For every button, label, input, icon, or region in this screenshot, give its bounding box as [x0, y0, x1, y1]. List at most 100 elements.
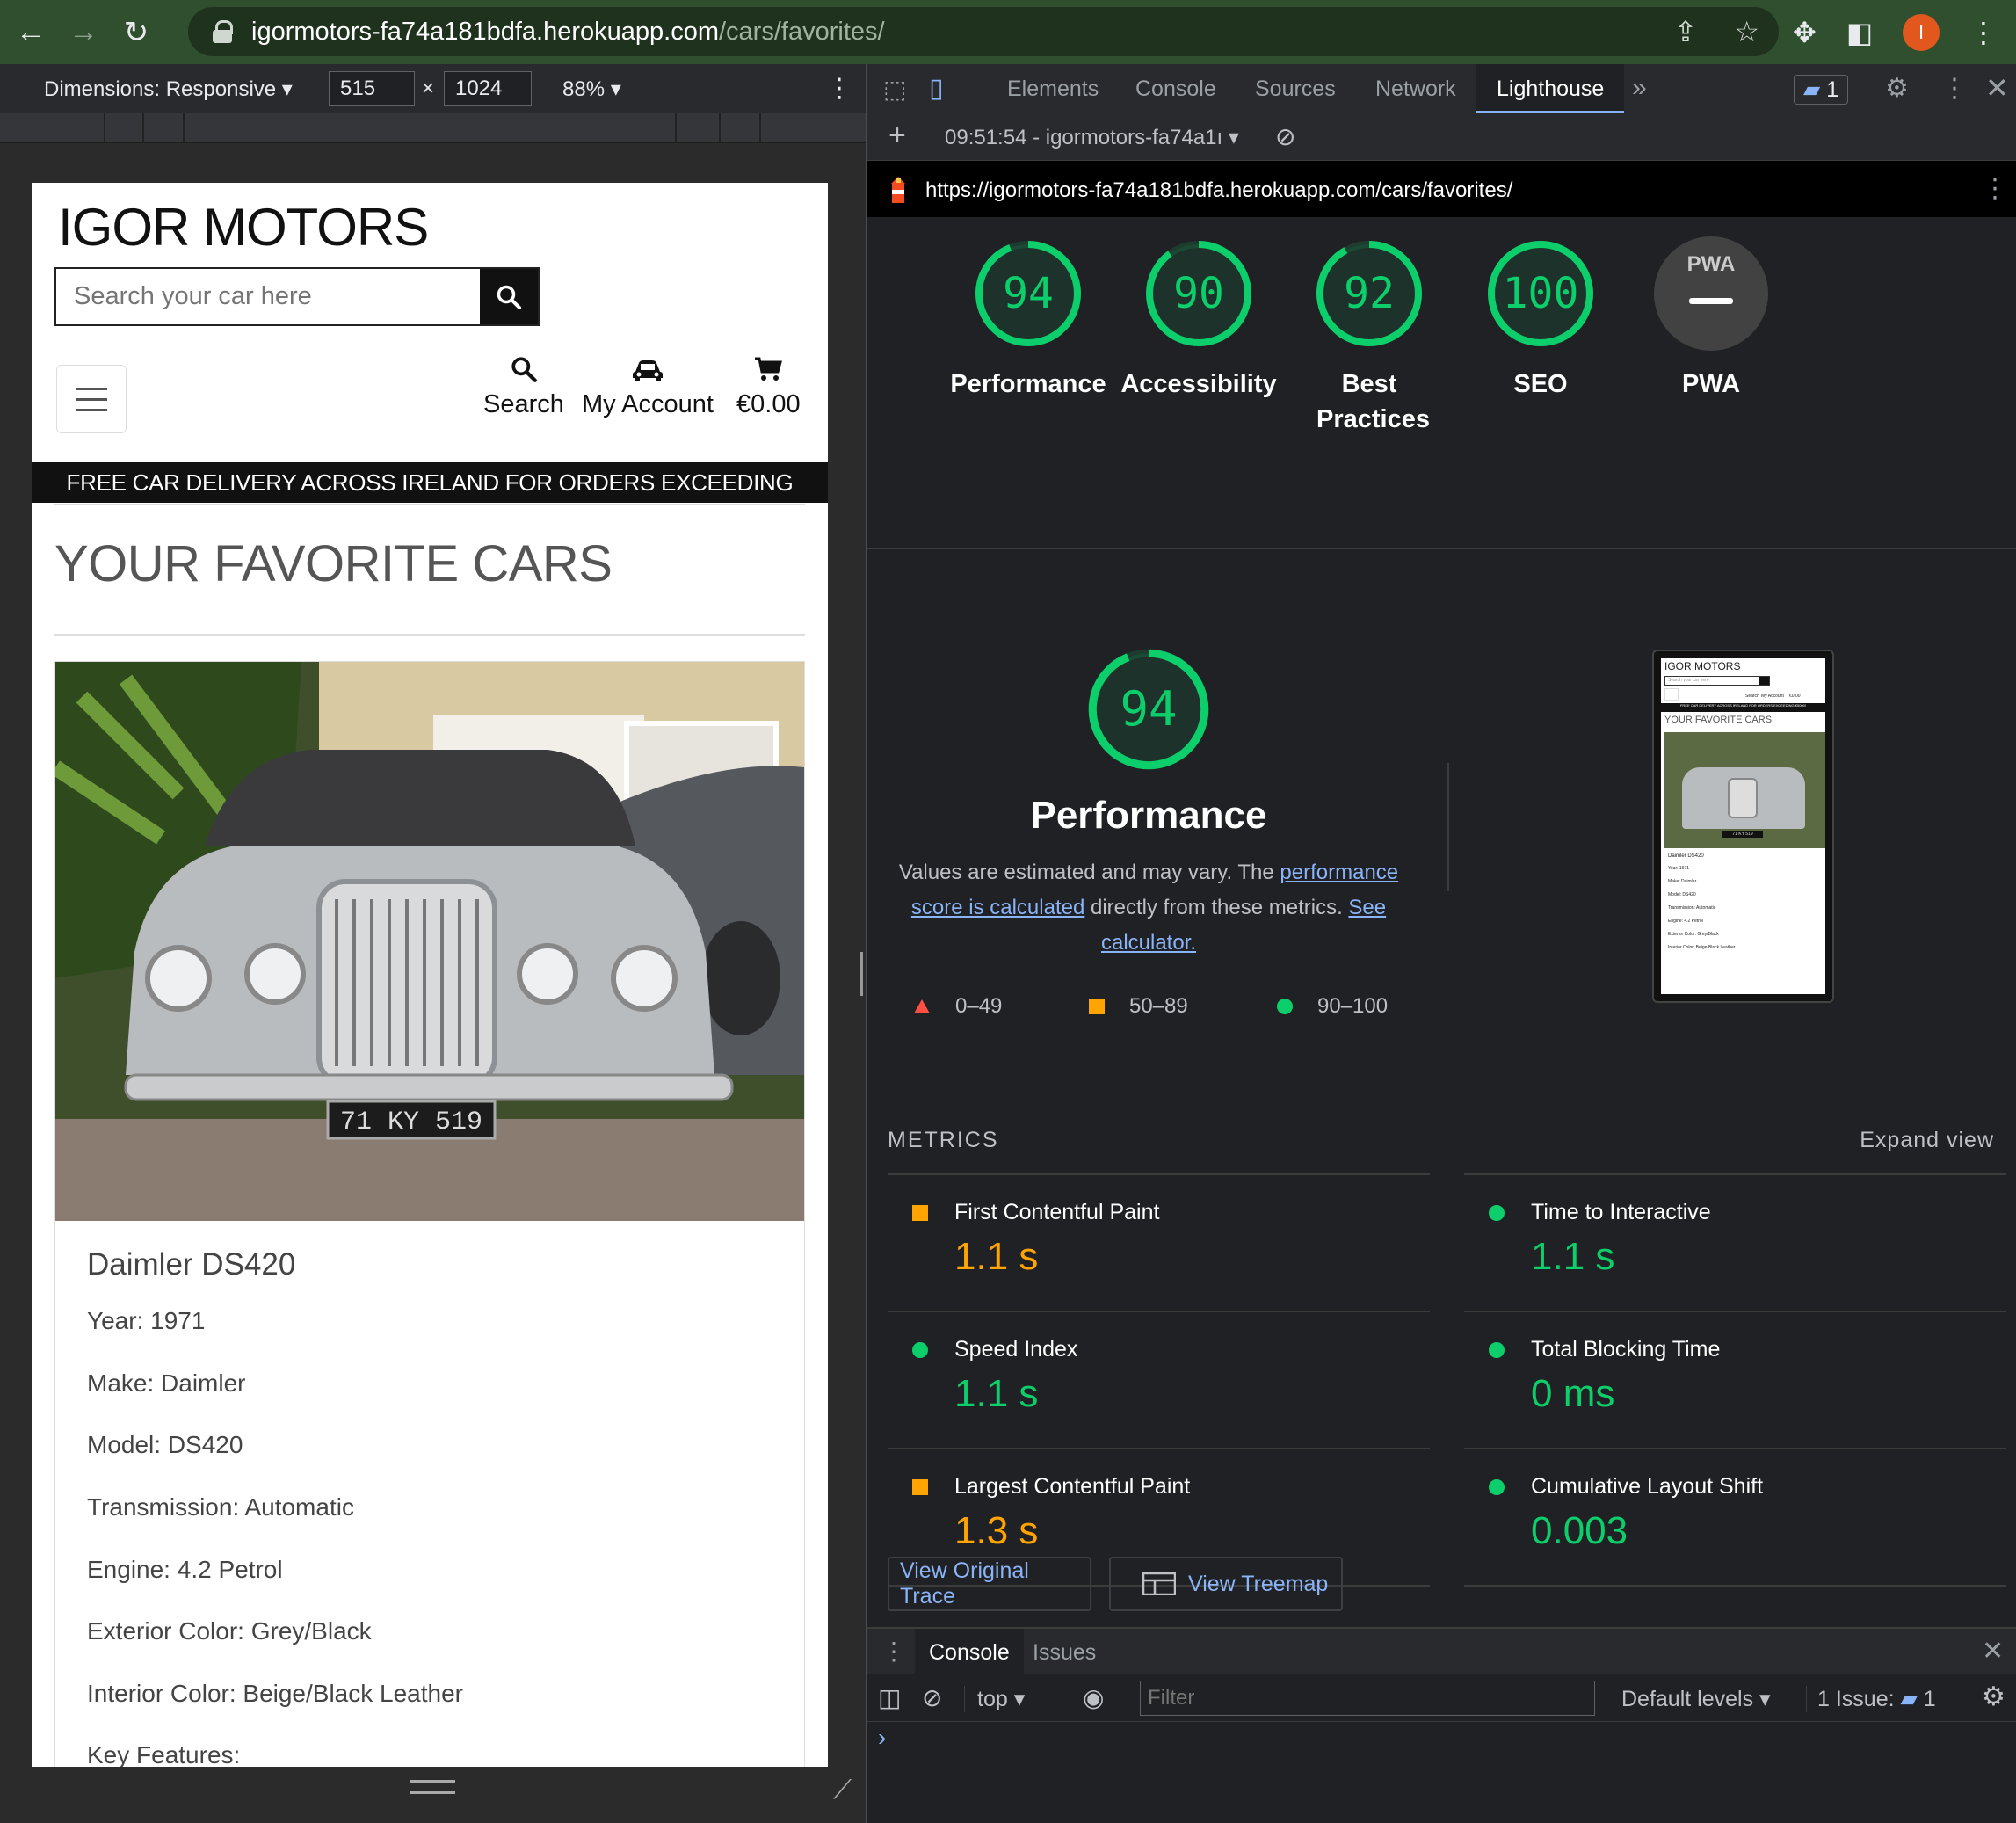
bookmark-star-icon[interactable]: ☆	[1734, 15, 1759, 48]
view-treemap-button[interactable]: View Treemap	[1109, 1557, 1343, 1611]
log-levels-dropdown[interactable]: Default levels ▾	[1621, 1686, 1771, 1712]
settings-gear-icon[interactable]: ⚙	[1885, 73, 1909, 104]
metric-speed-index: Speed Index 1.1 s	[888, 1311, 1430, 1448]
console-settings-gear-icon[interactable]: ⚙	[1982, 1681, 2005, 1712]
legend-fail: 0–49	[913, 994, 1002, 1019]
delivery-banner: FREE CAR DELIVERY ACROSS IRELAND FOR ORD…	[32, 462, 828, 536]
expand-view-toggle[interactable]: Expand view	[1860, 1128, 1994, 1153]
nav-cart-link[interactable]: €0.00	[736, 355, 801, 419]
search-icon	[511, 357, 537, 382]
issues-counter-button[interactable]: ▰ 1	[1794, 75, 1849, 105]
metric-value: 1.1 s	[1531, 1235, 1615, 1278]
thumb-plate: 71 KY 519	[1722, 831, 1763, 838]
extensions-puzzle-icon[interactable]: ✥	[1793, 16, 1817, 49]
metric-name: Largest Contentful Paint	[954, 1474, 1191, 1499]
corner-resize-icon[interactable]: ⟋	[833, 1776, 852, 1805]
clear-console-icon[interactable]: ⊘	[922, 1683, 942, 1712]
console-issues-button[interactable]: 1 Issue: ▰ 1	[1806, 1686, 1936, 1712]
thumb-line: Model: DS420	[1668, 892, 1696, 897]
sidebar-toggle-icon[interactable]: ◫	[878, 1683, 901, 1712]
devtools-panel: ⬚ ▯ Elements Console Sources Network Lig…	[867, 64, 2016, 1823]
thumb-banner: FREE CAR DELIVERY ACROSS IRELAND FOR ORD…	[1661, 703, 1825, 712]
message-icon: ▰	[1803, 77, 1821, 102]
thumb-brand: IGOR MOTORS	[1664, 660, 1741, 672]
console-filter-input[interactable]	[1140, 1681, 1595, 1716]
address-bar[interactable]: igormotors-fa74a181bdfa.herokuapp.com/ca…	[188, 7, 1779, 56]
gauge-score: 92	[1344, 269, 1395, 318]
inspect-element-icon[interactable]: ⬚	[883, 75, 906, 104]
console-prompt[interactable]: ›	[878, 1724, 886, 1752]
gauge-performance[interactable]: 94 Performance	[949, 236, 1107, 402]
forward-arrow-icon[interactable]: →	[62, 11, 105, 54]
car-spec: Year: 1971	[87, 1307, 206, 1334]
drawer-tab-console[interactable]: Console	[915, 1629, 1024, 1676]
metric-value: 1.1 s	[954, 1372, 1039, 1415]
drawer-tabbar: ⋮ Console Issues ✕	[867, 1627, 2016, 1676]
share-icon[interactable]: ⇪	[1674, 15, 1698, 48]
tab-network[interactable]: Network	[1355, 64, 1476, 113]
more-tabs-icon[interactable]: »	[1632, 73, 1647, 103]
gauge-score: 100	[1502, 269, 1579, 318]
drawer-tab-issues[interactable]: Issues	[1033, 1629, 1096, 1676]
close-devtools-icon[interactable]: ✕	[1985, 71, 2009, 105]
thumb-nav-account: My Account	[1761, 694, 1784, 699]
device-toggle-icon[interactable]: ▯	[929, 73, 944, 104]
car-spec: Interior Color: Beige/Black Leather	[87, 1680, 463, 1707]
width-input[interactable]	[329, 71, 415, 106]
tab-sources[interactable]: Sources	[1235, 64, 1356, 113]
report-url[interactable]: https://igormotors-fa74a181bdfa.herokuap…	[925, 178, 1512, 203]
context-selector[interactable]: top ▾	[964, 1686, 1025, 1712]
report-menu-icon[interactable]: ⋮	[1982, 173, 2008, 204]
legend-average: 50–89	[1089, 994, 1188, 1019]
tab-lighthouse[interactable]: Lighthouse	[1476, 64, 1625, 113]
thumb-line: Make: Daimler	[1668, 879, 1697, 884]
site-search-input[interactable]	[56, 269, 480, 324]
treemap-icon	[1142, 1572, 1176, 1595]
device-more-icon[interactable]: ⋮	[826, 73, 852, 104]
back-arrow-icon[interactable]: ←	[9, 11, 53, 54]
profile-avatar[interactable]: I	[1903, 13, 1940, 51]
message-icon: ▰	[1900, 1687, 1918, 1711]
divider	[54, 504, 805, 505]
gauge-accessibility[interactable]: 90 Accessibility	[1120, 236, 1278, 402]
metric-name: First Contentful Paint	[954, 1200, 1160, 1224]
dimensions-dropdown[interactable]: Dimensions: Responsive ▾	[44, 76, 293, 102]
gauge-pwa[interactable]: PWA PWA	[1632, 236, 1790, 402]
search-submit-button[interactable]	[480, 269, 538, 324]
drawer-menu-icon[interactable]: ⋮	[881, 1637, 906, 1666]
clear-reports-icon[interactable]: ⊘	[1275, 122, 1295, 151]
hamburger-menu-button[interactable]	[56, 365, 127, 433]
report-selector[interactable]: 09:51:54 - igormotors-fa74a1ı ▾	[945, 125, 1239, 150]
green-circle-icon	[1277, 999, 1293, 1014]
final-screenshot-thumbnail[interactable]: IGOR MOTORS Search your car here Search …	[1652, 650, 1834, 1003]
gauge-best-practices[interactable]: 92 Best Practices	[1290, 236, 1448, 437]
gauge-label: SEO	[1513, 370, 1568, 398]
nav-account-link[interactable]: My Account	[582, 355, 714, 419]
devtools-menu-icon[interactable]: ⋮	[1941, 73, 1968, 104]
eye-icon[interactable]: ◉	[1083, 1683, 1104, 1712]
media-query-ruler[interactable]	[0, 113, 866, 143]
car-icon	[632, 360, 663, 381]
view-original-trace-button[interactable]: View Original Trace	[888, 1557, 1091, 1611]
height-input[interactable]	[444, 71, 532, 106]
metric-value: 0.003	[1531, 1509, 1628, 1552]
metric-name: Total Blocking Time	[1531, 1337, 1721, 1362]
lock-icon[interactable]	[213, 20, 233, 43]
zoom-dropdown[interactable]: 88% ▾	[562, 76, 621, 102]
car-photo[interactable]: 71 KY 519	[55, 662, 804, 1221]
tab-elements[interactable]: Elements	[987, 64, 1119, 113]
side-panel-icon[interactable]: ◧	[1846, 16, 1873, 49]
new-report-plus-icon[interactable]: +	[888, 119, 906, 153]
orange-square-icon	[912, 1205, 928, 1221]
site-logo[interactable]: IGOR MOTORS	[58, 197, 429, 258]
issues-label: 1 Issue:	[1817, 1687, 1895, 1711]
thumb-search-placeholder: Search your car here	[1668, 678, 1709, 683]
metric-cls: Cumulative Layout Shift 0.003	[1464, 1448, 2006, 1585]
nav-search-link[interactable]: Search	[483, 355, 564, 419]
viewport-resize-handle[interactable]	[32, 1767, 828, 1805]
gauge-seo[interactable]: 100 SEO	[1461, 236, 1620, 402]
reload-icon[interactable]: ↻	[114, 11, 158, 54]
tab-console[interactable]: Console	[1115, 64, 1236, 113]
close-drawer-icon[interactable]: ✕	[1982, 1636, 2004, 1667]
browser-menu-icon[interactable]: ⋮	[1969, 16, 1998, 49]
